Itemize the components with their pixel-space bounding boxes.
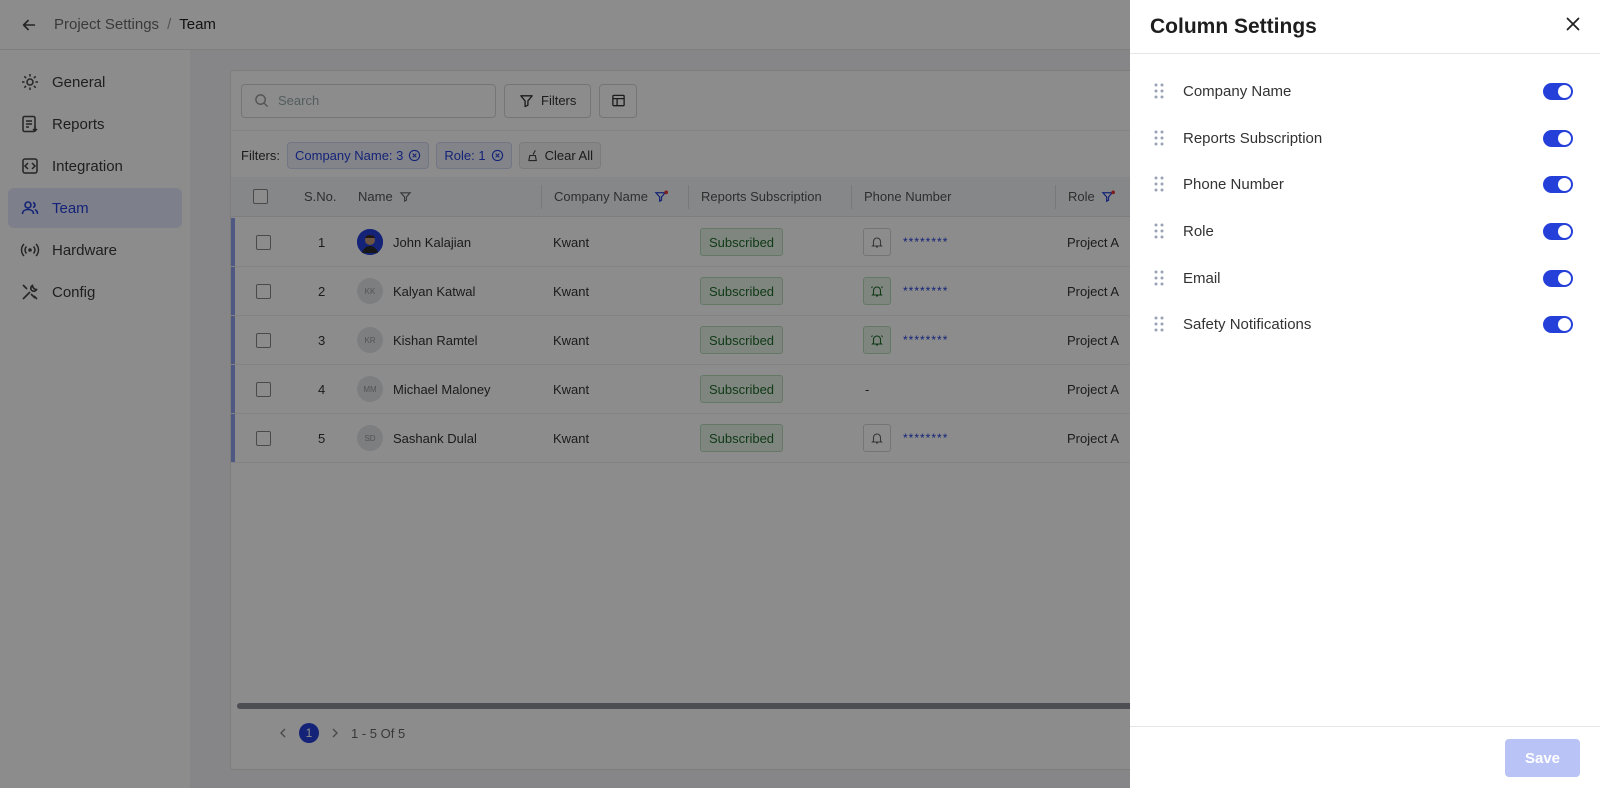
column-settings-drawer: Column Settings Company Name Reports Sub… [1130,0,1600,788]
column-toggle[interactable] [1543,269,1573,287]
column-toggle[interactable] [1543,175,1573,193]
column-setting-label: Role [1183,222,1214,240]
save-button[interactable]: Save [1505,739,1580,777]
drag-handle-icon[interactable] [1153,82,1165,100]
drag-handle-icon[interactable] [1153,315,1165,333]
column-setting-label: Phone Number [1183,175,1284,193]
close-icon[interactable] [1564,15,1582,33]
drawer-header: Column Settings [1130,0,1600,54]
column-setting-label: Company Name [1183,82,1292,100]
column-setting-role: Role [1130,208,1600,254]
column-setting-label: Reports Subscription [1183,129,1323,147]
column-toggle[interactable] [1543,82,1573,100]
column-setting-company-name: Company Name [1130,68,1600,114]
column-setting-phone-number: Phone Number [1130,161,1600,207]
drag-handle-icon[interactable] [1153,269,1165,287]
column-setting-label: Email [1183,269,1221,287]
column-setting-safety-notifications: Safety Notifications [1130,301,1600,347]
column-setting-label: Safety Notifications [1183,315,1312,333]
drag-handle-icon[interactable] [1153,175,1165,193]
column-toggle[interactable] [1543,129,1573,147]
column-toggle[interactable] [1543,315,1573,333]
drawer-title: Column Settings [1150,14,1317,38]
column-toggle[interactable] [1543,222,1573,240]
drag-handle-icon[interactable] [1153,222,1165,240]
column-setting-email: Email [1130,255,1600,301]
column-setting-reports-subscription: Reports Subscription [1130,115,1600,161]
drag-handle-icon[interactable] [1153,129,1165,147]
drawer-footer: Save [1130,726,1600,788]
